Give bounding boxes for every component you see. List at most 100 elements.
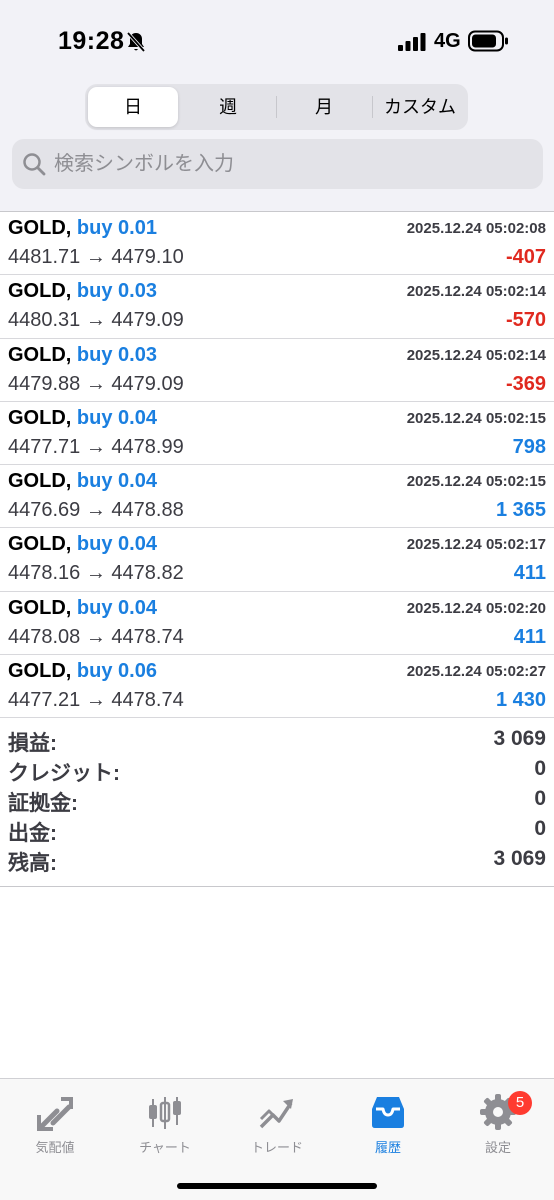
- deal-prices: 4480.31 → 4479.09: [8, 309, 184, 332]
- deal-time: 2025.12.24 05:02:08: [406, 220, 546, 237]
- battery-icon: [468, 30, 508, 52]
- deal-profit: -407: [505, 246, 546, 268]
- deal-type: buy 0.04: [76, 470, 157, 493]
- tab-label: 履歴: [374, 1140, 401, 1155]
- tab-day[interactable]: 日: [88, 87, 178, 127]
- tab-chart[interactable]: チャート: [115, 1089, 215, 1159]
- summary-label: 出金:: [8, 822, 57, 845]
- trade-icon: [259, 1099, 293, 1129]
- tab-week[interactable]: 週: [181, 87, 275, 127]
- deal-row[interactable]: GOLD, buy 0.04 2025.12.24 05:02:20 4478.…: [0, 592, 554, 656]
- search-input[interactable]: [54, 139, 524, 189]
- search-icon: [23, 153, 46, 176]
- summary-value: 0: [534, 757, 546, 780]
- deal-profit: 411: [513, 625, 546, 648]
- deal-type: buy 0.03: [76, 280, 157, 303]
- deal-row[interactable]: GOLD, buy 0.03 2025.12.24 05:02:14 4479.…: [0, 339, 554, 402]
- deal-type: buy 0.06: [76, 660, 157, 683]
- deal-profit: 1 430: [495, 689, 546, 712]
- summary-label: 残高:: [8, 852, 57, 875]
- status-time: 19:28: [58, 27, 125, 55]
- deal-symbol: GOLD, buy 0.01: [8, 217, 157, 240]
- tab-label: 気配値: [35, 1140, 75, 1155]
- deal-list: GOLD, buy 0.01 2025.12.24 05:02:08 4481.…: [0, 211, 554, 719]
- summary-row-balance: 残高: 3 069: [0, 845, 554, 875]
- deal-prices: 4477.71 → 4478.99: [8, 435, 184, 458]
- deal-profit: -369: [505, 372, 546, 395]
- deal-type: buy 0.03: [76, 343, 157, 366]
- deal-row[interactable]: GOLD, buy 0.06 2025.12.24 05:02:27 4477.…: [0, 655, 554, 719]
- deal-row[interactable]: GOLD, buy 0.04 2025.12.24 05:02:17 4478.…: [0, 528, 554, 592]
- deal-row[interactable]: GOLD, buy 0.04 2025.12.24 05:02:15 4476.…: [0, 465, 554, 529]
- notification-badge: 5: [508, 1091, 532, 1115]
- deal-prices: 4479.88 → 4479.09: [8, 372, 184, 395]
- quotes-icon: [37, 1097, 73, 1131]
- deal-prices: 4478.16 → 4478.82: [8, 562, 184, 585]
- deal-symbol: GOLD, buy 0.04: [8, 533, 157, 556]
- period-segmented-control: 日 週 月 カスタム: [85, 84, 468, 130]
- summary-value: 0: [534, 787, 546, 810]
- summary-section: 損益: 3 069 クレジット: 0 証拠金: 0 出金: 0 残高: 3 06…: [0, 725, 554, 887]
- tab-custom[interactable]: カスタム: [373, 87, 467, 127]
- symbol-label: GOLD,: [8, 470, 72, 493]
- deal-time: 2025.12.24 05:02:17: [406, 536, 546, 554]
- deal-row[interactable]: GOLD, buy 0.03 2025.12.24 05:02:14 4480.…: [0, 275, 554, 339]
- history-icon: [372, 1097, 404, 1128]
- deal-symbol: GOLD, buy 0.04: [8, 407, 157, 430]
- deal-time: 2025.12.24 05:02:27: [406, 663, 546, 681]
- deal-profit: 1 365: [495, 499, 546, 522]
- deal-type: buy 0.04: [76, 406, 157, 429]
- symbol-label: GOLD,: [8, 217, 72, 239]
- symbol-label: GOLD,: [8, 406, 72, 429]
- deal-profit: -570: [505, 309, 546, 332]
- tab-trade[interactable]: トレード: [227, 1089, 327, 1159]
- deal-prices: 4476.69 → 4478.88: [8, 499, 184, 522]
- signal-icon: [398, 33, 426, 51]
- deal-prices: 4478.08 → 4478.74: [8, 625, 184, 648]
- status-bar: 19:28 4G: [0, 0, 554, 80]
- summary-row-withdrawal: 出金: 0: [0, 815, 554, 845]
- bell-slash-icon: [126, 31, 146, 53]
- summary-label: クレジット:: [8, 762, 120, 785]
- deal-symbol: GOLD, buy 0.03: [8, 280, 157, 303]
- deal-type: buy 0.04: [76, 596, 157, 619]
- tab-history[interactable]: 履歴: [338, 1089, 438, 1159]
- deal-row[interactable]: GOLD, buy 0.04 2025.12.24 05:02:15 4477.…: [0, 402, 554, 466]
- tab-label: トレード: [250, 1140, 303, 1155]
- deal-row[interactable]: GOLD, buy 0.01 2025.12.24 05:02:08 4481.…: [0, 212, 554, 276]
- summary-value: 0: [534, 817, 546, 840]
- deal-time: 2025.12.24 05:02:15: [406, 409, 546, 427]
- deal-symbol: GOLD, buy 0.03: [8, 344, 157, 367]
- deal-profit: 798: [512, 435, 546, 458]
- symbol-label: GOLD,: [8, 533, 72, 556]
- deal-symbol: GOLD, buy 0.06: [8, 660, 157, 683]
- deal-type: buy 0.01: [76, 217, 157, 239]
- deal-prices: 4481.71 → 4479.10: [8, 246, 184, 268]
- deal-profit: 411: [513, 562, 546, 585]
- deal-symbol: GOLD, buy 0.04: [8, 597, 157, 620]
- symbol-label: GOLD,: [8, 596, 72, 619]
- network-label: 4G: [434, 30, 461, 52]
- summary-row-credit: クレジット: 0: [0, 755, 554, 785]
- deal-symbol: GOLD, buy 0.04: [8, 470, 157, 493]
- search-box[interactable]: [12, 139, 543, 189]
- chart-icon: [149, 1097, 181, 1129]
- tab-label: チャート: [139, 1140, 191, 1155]
- summary-label: 証拠金:: [8, 792, 78, 815]
- tab-settings[interactable]: 設定 5: [448, 1089, 548, 1159]
- symbol-label: GOLD,: [8, 660, 72, 683]
- summary-row-profit: 損益: 3 069: [0, 725, 554, 755]
- symbol-label: GOLD,: [8, 280, 72, 303]
- tab-quotes[interactable]: 気配値: [5, 1089, 105, 1159]
- tab-month[interactable]: 月: [277, 87, 371, 127]
- tab-label: 設定: [484, 1140, 511, 1155]
- deal-time: 2025.12.24 05:02:14: [406, 346, 546, 364]
- deal-time: 2025.12.24 05:02:14: [406, 283, 546, 301]
- summary-value: 3 069: [493, 727, 546, 750]
- bottom-tab-bar: 気配値 チャート トレード 履歴 設定 5: [0, 1078, 554, 1200]
- summary-row-margin: 証拠金: 0: [0, 785, 554, 815]
- deal-time: 2025.12.24 05:02:15: [406, 473, 546, 491]
- symbol-label: GOLD,: [8, 343, 72, 366]
- deal-time: 2025.12.24 05:02:20: [406, 599, 546, 617]
- deal-type: buy 0.04: [76, 533, 157, 556]
